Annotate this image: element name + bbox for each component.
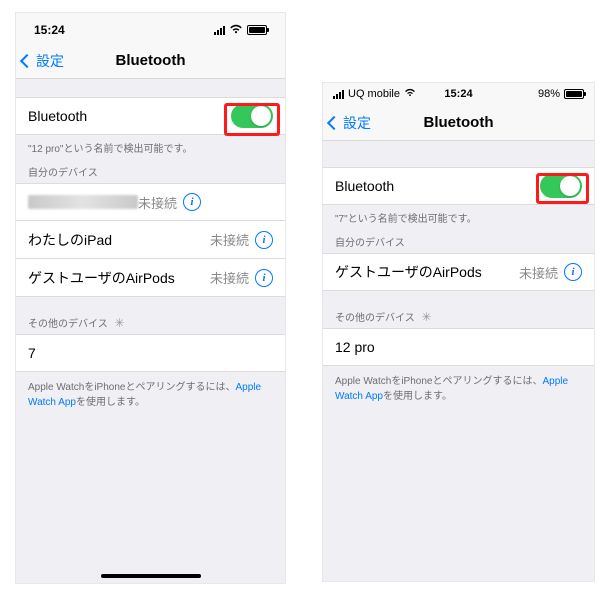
info-icon[interactable]: i <box>564 263 582 281</box>
settings-body: Bluetooth "12 pro"という名前で検出可能です。 自分のデバイス … <box>16 79 285 583</box>
device-status: 未接続 <box>210 230 249 249</box>
phone-left: 15:24 設定 Bluetooth Bluetooth "12 pro"という… <box>15 12 286 584</box>
device-name: ゲストユーザのAirPods <box>335 262 519 282</box>
apple-watch-note: Apple WatchをiPhoneとペアリングするには、Apple Watch… <box>16 372 285 418</box>
status-time: 15:24 <box>34 23 65 37</box>
device-name: わたしのiPad <box>28 230 210 250</box>
device-name: 7 <box>28 345 273 361</box>
device-name-hidden <box>28 195 138 209</box>
home-indicator <box>101 574 201 578</box>
info-icon[interactable]: i <box>183 193 201 211</box>
bluetooth-label: Bluetooth <box>335 178 540 194</box>
bluetooth-toggle-row[interactable]: Bluetooth <box>323 167 594 205</box>
other-device-row[interactable]: 12 pro <box>323 328 594 366</box>
apple-watch-note: Apple WatchをiPhoneとペアリングするには、Apple Watch… <box>323 366 594 412</box>
device-name: ゲストユーザのAirPods <box>28 268 210 288</box>
other-device-row[interactable]: 7 <box>16 334 285 372</box>
wifi-icon <box>404 88 416 100</box>
bluetooth-label: Bluetooth <box>28 108 231 124</box>
cellular-icon <box>214 26 225 35</box>
device-row[interactable]: ゲストユーザのAirPods 未接続 i <box>16 259 285 297</box>
footer-text: を使用します。 <box>76 397 145 408</box>
status-bar: 15:24 <box>16 13 285 43</box>
my-devices-header: 自分のデバイス <box>323 229 594 253</box>
spinner-icon <box>114 318 126 330</box>
bluetooth-toggle[interactable] <box>540 174 582 198</box>
carrier-label: UQ mobile <box>348 88 400 100</box>
bluetooth-toggle-row[interactable]: Bluetooth <box>16 97 285 135</box>
other-devices-label: その他のデバイス <box>335 313 415 324</box>
device-name: 12 pro <box>335 339 582 355</box>
my-devices-header: 自分のデバイス <box>16 159 285 183</box>
discoverable-caption: "7"という名前で検出可能です。 <box>323 205 594 229</box>
device-row[interactable]: 未接続 i <box>16 183 285 221</box>
battery-icon <box>564 89 584 99</box>
other-devices-label: その他のデバイス <box>28 319 108 330</box>
battery-percent: 98% <box>538 88 560 100</box>
footer-text: Apple WatchをiPhoneとペアリングするには、 <box>335 376 542 387</box>
page-title: Bluetooth <box>323 114 594 131</box>
other-devices-header: その他のデバイス <box>323 291 594 328</box>
device-row[interactable]: わたしのiPad 未接続 i <box>16 221 285 259</box>
battery-icon <box>247 25 267 35</box>
device-status: 未接続 <box>210 268 249 287</box>
nav-bar: 設定 Bluetooth <box>323 105 594 141</box>
page-title: Bluetooth <box>16 52 285 69</box>
nav-bar: 設定 Bluetooth <box>16 43 285 79</box>
other-devices-header: その他のデバイス <box>16 297 285 334</box>
cellular-icon <box>333 90 344 99</box>
status-bar: UQ mobile 15:24 98% <box>323 83 594 105</box>
bluetooth-toggle[interactable] <box>231 104 273 128</box>
spinner-icon <box>421 312 433 324</box>
phone-right: UQ mobile 15:24 98% 設定 Bluetooth Bluetoo… <box>322 82 595 582</box>
footer-text: Apple WatchをiPhoneとペアリングするには、 <box>28 382 235 393</box>
wifi-icon <box>229 24 243 37</box>
discoverable-caption: "12 pro"という名前で検出可能です。 <box>16 135 285 159</box>
footer-text: を使用します。 <box>383 391 452 402</box>
settings-body: Bluetooth "7"という名前で検出可能です。 自分のデバイス ゲストユー… <box>323 141 594 581</box>
info-icon[interactable]: i <box>255 231 273 249</box>
device-row[interactable]: ゲストユーザのAirPods 未接続 i <box>323 253 594 291</box>
info-icon[interactable]: i <box>255 269 273 287</box>
device-status: 未接続 <box>138 193 177 212</box>
device-status: 未接続 <box>519 263 558 282</box>
